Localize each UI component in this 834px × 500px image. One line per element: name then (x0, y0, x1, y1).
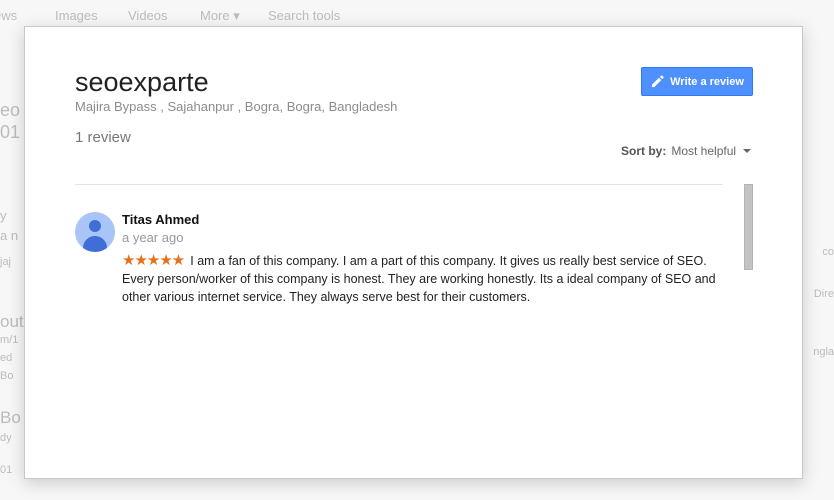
scrollbar-thumb[interactable] (744, 184, 753, 270)
person-icon-head (89, 220, 101, 232)
avatar[interactable] (75, 212, 115, 252)
review-time: a year ago (122, 230, 184, 245)
background-right-text: co Dire ngla (813, 246, 834, 358)
sort-value: Most helpful (671, 144, 737, 158)
bg-nav-news: ews (0, 8, 18, 23)
bg-nav-videos: Videos (128, 8, 168, 23)
business-name: seoexparte (75, 67, 209, 97)
bg-nav-images: Images (55, 8, 98, 23)
divider (75, 184, 723, 185)
sort-label: Sort by: (621, 144, 667, 158)
reviewer-name[interactable]: Titas Ahmed (122, 212, 199, 227)
sort-dropdown[interactable]: Sort by: Most helpful (621, 144, 752, 158)
review-count: 1 review (75, 129, 131, 146)
person-icon-body (83, 236, 107, 252)
business-address: Majira Bypass , Sajahanpur , Bogra, Bogr… (75, 99, 398, 114)
pencil-icon (651, 75, 664, 88)
review-body: ★★★★★ I am a fan of this company. I am a … (122, 252, 724, 306)
write-review-label: Write a review (670, 75, 744, 88)
bg-nav-more: More ▾ (200, 8, 240, 23)
bg-nav-search-tools: Search tools (268, 8, 341, 23)
caret-down-icon (743, 149, 752, 153)
write-review-button[interactable]: Write a review (641, 67, 753, 96)
star-rating-icon: ★★★★★ (122, 252, 185, 269)
background-nav: ews Images Videos More ▾ Search tools (0, 8, 834, 28)
background-left-text: eo 01 y a n jaj out m/1 ed Bo Bo dy 01 (0, 100, 24, 476)
review-text: I am a fan of this company. I am a part … (122, 254, 716, 304)
reviews-dialog: seoexparte Majira Bypass , Sajahanpur , … (24, 26, 803, 479)
